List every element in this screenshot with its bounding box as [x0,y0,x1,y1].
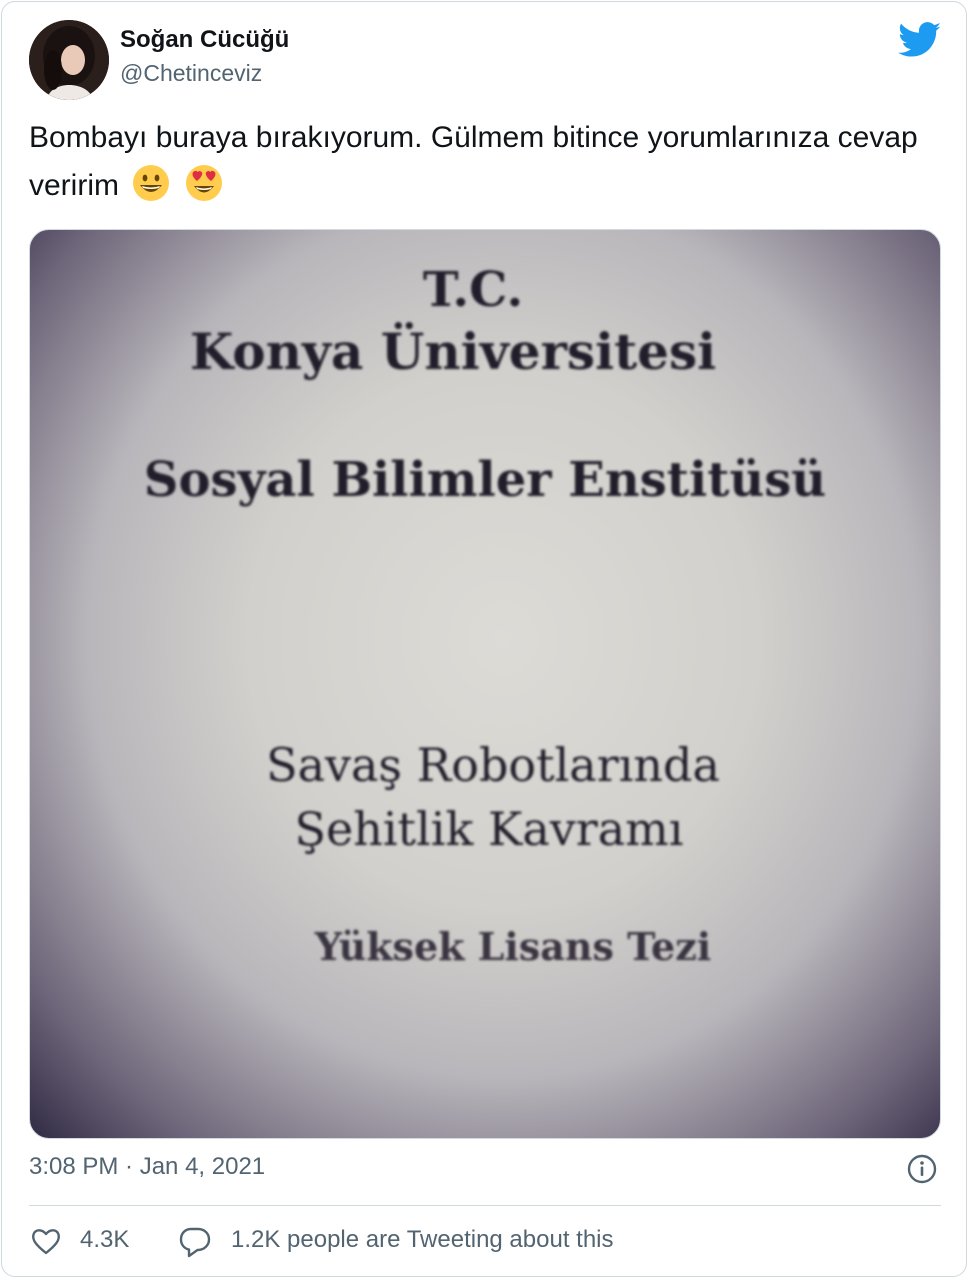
tweet-photo[interactable]: T.C. Konya Üniversitesi Sosyal Bilimler … [29,229,941,1139]
heart-icon[interactable] [30,1226,62,1256]
avatar[interactable] [29,20,109,100]
photo-text-degree: Yüksek Lisans Tezi [314,924,712,969]
grinning-face-emoji [131,163,171,203]
heart-eyes-emoji [184,163,224,203]
twitter-bird-icon[interactable] [898,22,942,58]
info-icon[interactable] [907,1154,937,1184]
reply-bubble-icon[interactable] [178,1226,212,1258]
tweeting-about-link[interactable]: 1.2K people are Tweeting about this [231,1226,614,1254]
photo-text-title-line2: Şehitlik Kavramı [294,802,684,856]
display-name[interactable]: Soğan Cücüğü [120,26,289,54]
tweet-text: Bombayı buraya bırakıyorum. Gülmem bitin… [29,114,944,210]
user-handle[interactable]: @Chetinceviz [120,60,262,87]
like-count[interactable]: 4.3K [80,1226,129,1254]
photo-text-institute: Sosyal Bilimler Enstitüsü [143,452,827,508]
tweet-timestamp[interactable]: 3:08 PM · Jan 4, 2021 [29,1153,265,1181]
divider [29,1205,941,1206]
photo-text-university: Konya Üniversitesi [189,322,717,381]
photo-text-title-line1: Savaş Robotlarında [266,738,720,792]
photo-text-tc: T.C. [422,262,524,318]
